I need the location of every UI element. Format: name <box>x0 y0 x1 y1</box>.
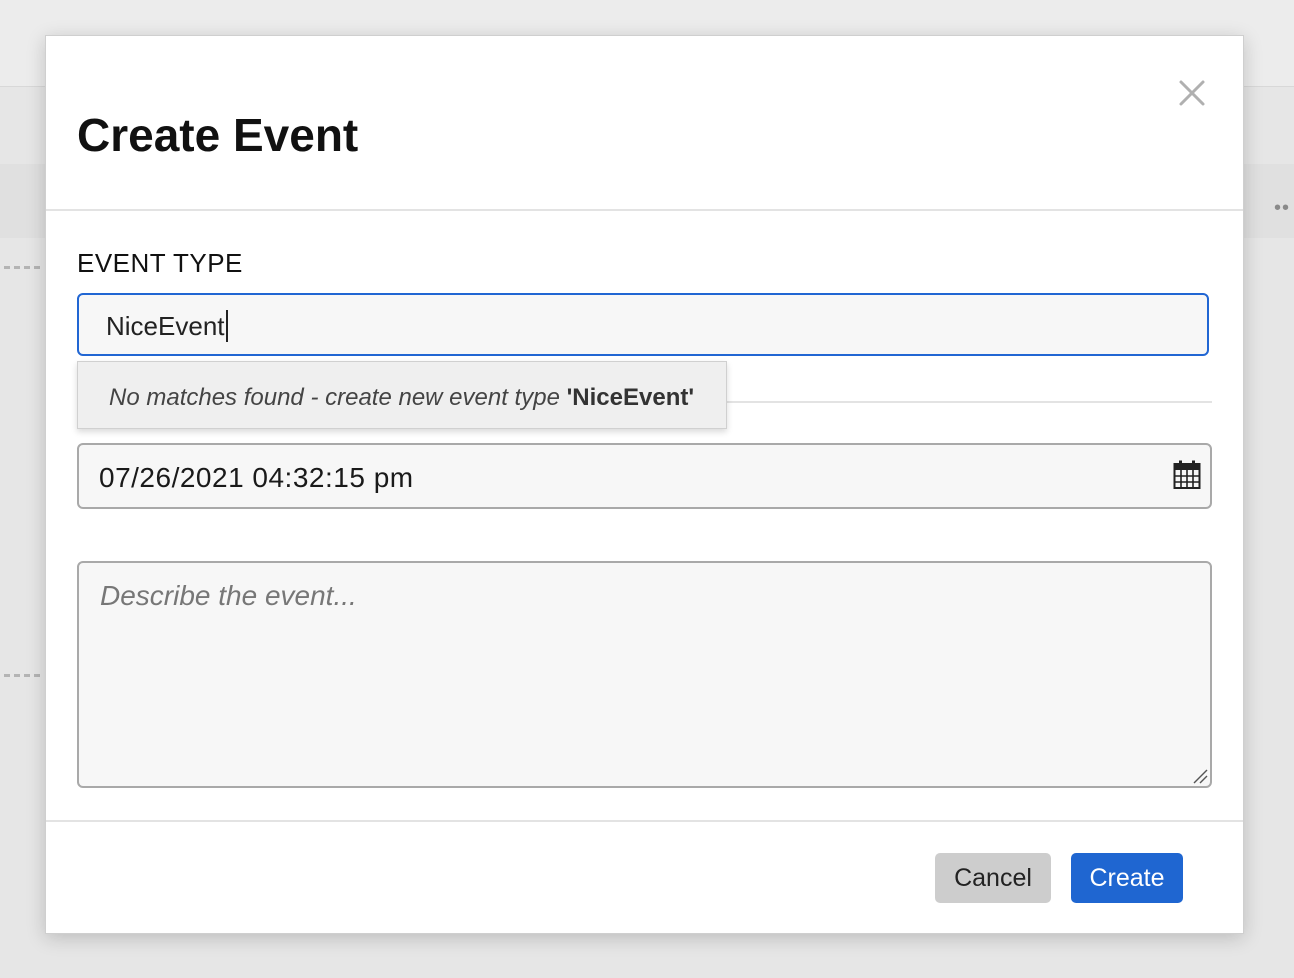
background-more-icon: •• <box>1274 197 1291 219</box>
event-type-label: EVENT TYPE <box>77 248 243 278</box>
suggestion-event-name: 'NiceEvent' <box>566 384 695 411</box>
background-dashed-line <box>4 674 40 677</box>
cancel-button[interactable]: Cancel <box>935 853 1051 903</box>
dialog-header: Create Event <box>46 36 1243 211</box>
close-button[interactable] <box>1177 78 1207 108</box>
dialog-title: Create Event <box>77 109 359 161</box>
datetime-input[interactable]: 07/26/2021 04:32:15 pm <box>77 443 1212 509</box>
create-event-dialog: Create Event EVENT TYPE NiceEvent 07/26/… <box>45 35 1244 934</box>
dialog-footer <box>46 820 1243 822</box>
event-type-value: NiceEvent <box>106 310 228 344</box>
datetime-value: 07/26/2021 04:32:15 pm <box>99 462 414 493</box>
create-event-type-suggestion[interactable]: No matches found - create new event type… <box>77 361 727 429</box>
description-placeholder: Describe the event... <box>100 580 357 611</box>
resize-handle-icon[interactable] <box>1191 767 1209 785</box>
background-dashed-line <box>4 266 40 269</box>
text-caret <box>225 310 228 343</box>
create-button[interactable]: Create <box>1071 853 1183 903</box>
description-textarea[interactable]: Describe the event... <box>77 561 1212 788</box>
event-type-input[interactable]: NiceEvent <box>77 293 1209 356</box>
suggestion-text: No matches found - create new event type… <box>109 384 695 411</box>
close-icon <box>1179 80 1205 106</box>
calendar-icon[interactable] <box>1173 460 1201 490</box>
